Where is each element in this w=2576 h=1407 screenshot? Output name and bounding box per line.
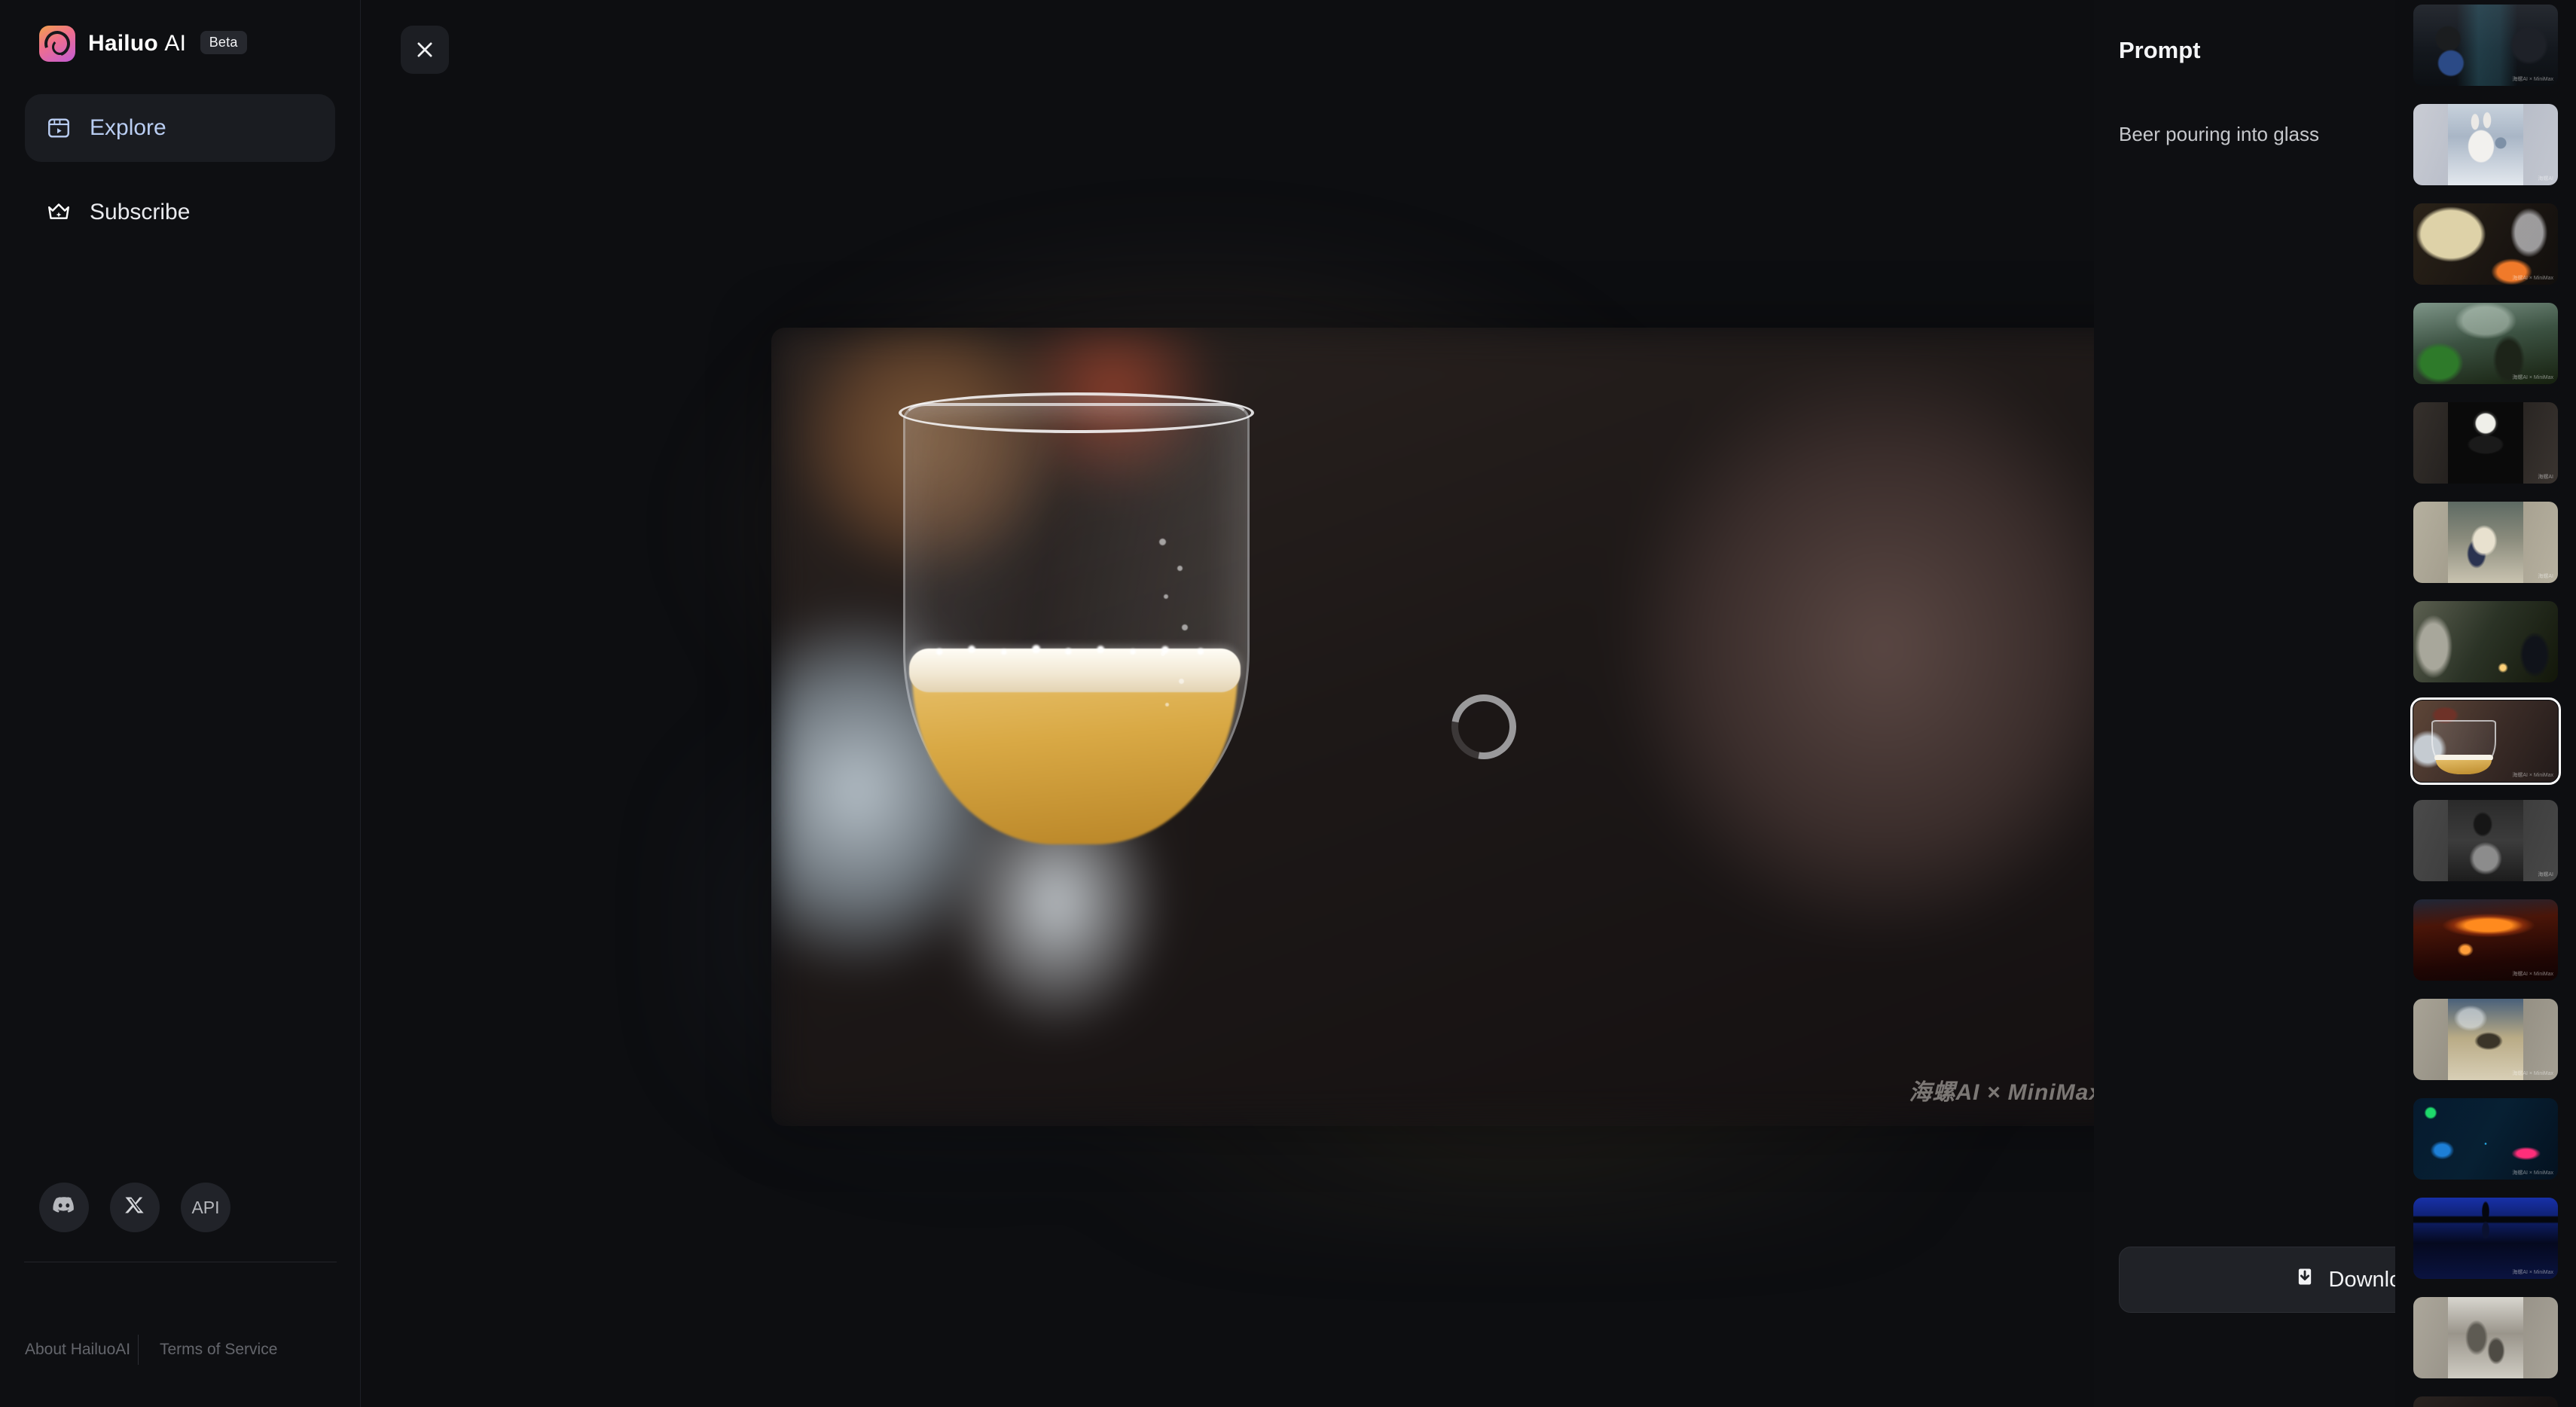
page-title: Prompt (2119, 36, 2201, 63)
social-links: API (39, 1183, 230, 1232)
thumb-train-window[interactable]: 海螺AI × MiniMax (2413, 5, 2558, 86)
explore-window-play-icon (45, 114, 72, 142)
thumb-watermark: 海螺AI × MiniMax (2512, 1270, 2553, 1275)
brand-suffix: AI (164, 31, 187, 56)
thumbnail-list: 海螺AI × MiniMax 海螺AI 海螺AI × MiniMax 海螺AI … (2395, 0, 2576, 1407)
about-link[interactable]: About HailuoAI (25, 1339, 138, 1360)
video-viewer: 海螺AI × MiniMax大模型 (361, 0, 2094, 1407)
discord-link[interactable] (39, 1183, 89, 1232)
thumb-dark-room[interactable] (2413, 1396, 2558, 1407)
thumb-bunny-rose[interactable]: 海螺AI (2413, 104, 2558, 185)
thumb-snow-canyon[interactable] (2413, 1297, 2558, 1378)
close-button[interactable] (401, 26, 449, 74)
thumb-watermark: 海螺AI × MiniMax (2512, 77, 2553, 82)
thumb-watermark: 海螺AI (2538, 475, 2553, 480)
thumb-watermark: 海螺AI (2538, 574, 2553, 579)
thumb-blue-night-figure[interactable]: 海螺AI × MiniMax (2413, 1198, 2558, 1279)
thumb-temple-smoke[interactable]: 海螺AI × MiniMax (2413, 999, 2558, 1080)
thumb-watermark: 海螺AI (2538, 872, 2553, 877)
snail-spiral-logo (39, 26, 75, 62)
footer-separator (138, 1335, 139, 1365)
thumb-watermark: 海螺AI (2538, 176, 2553, 182)
beta-badge: Beta (200, 31, 247, 54)
brand-name: Hailuo (88, 31, 158, 56)
thumb-lava-field[interactable]: 海螺AI × MiniMax (2413, 899, 2558, 981)
video-player[interactable]: 海螺AI × MiniMax大模型 (771, 328, 2094, 1126)
sidebar-footer: About HailuoAI Terms of Service (25, 1335, 277, 1365)
thumb-watermark: 海螺AI × MiniMax (2512, 1170, 2553, 1176)
thumb-beer-glass[interactable]: 海螺AI × MiniMax (2410, 697, 2561, 785)
thumb-hud-cockpit[interactable]: 海螺AI × MiniMax (2413, 1098, 2558, 1180)
thumbnail-rail[interactable]: 海螺AI × MiniMax 海螺AI 海螺AI × MiniMax 海螺AI … (2395, 0, 2576, 1407)
thumb-watermark: 海螺AI × MiniMax (2512, 1071, 2553, 1076)
brand-title: Hailuo AI Beta (88, 31, 247, 56)
thumb-dress-cauldron[interactable]: 海螺AI × MiniMax (2413, 203, 2558, 285)
video-watermark: 海螺AI × MiniMax大模型 (1909, 1080, 2094, 1105)
discord-icon (51, 1192, 77, 1222)
thumb-watermark: 海螺AI × MiniMax (2512, 276, 2553, 281)
api-link[interactable]: API (181, 1183, 230, 1232)
x-twitter-icon (124, 1195, 145, 1220)
thumb-watermark: 海螺AI × MiniMax (2512, 972, 2553, 977)
app-root: Hailuo AI Beta Explore Subscribe API Abo… (0, 0, 2576, 1407)
thumb-subway-angel[interactable]: 海螺AI (2413, 502, 2558, 583)
thumb-watermark: 海螺AI × MiniMax (2512, 773, 2553, 778)
thumb-watermark: 海螺AI × MiniMax (2512, 375, 2553, 380)
api-text-icon: API (191, 1197, 220, 1217)
x-twitter-link[interactable] (110, 1183, 160, 1232)
terms-link[interactable]: Terms of Service (160, 1339, 277, 1360)
thumb-moon-castle[interactable]: 海螺AI (2413, 402, 2558, 484)
sidebar-nav: Explore Subscribe (0, 94, 360, 246)
sidebar-item-explore[interactable]: Explore (25, 94, 335, 162)
thumb-jungle-woman[interactable]: 海螺AI × MiniMax (2413, 303, 2558, 384)
download-icon (2294, 1266, 2315, 1293)
thumb-forest-lantern[interactable] (2413, 601, 2558, 682)
sidebar-item-label: Explore (90, 115, 166, 140)
sidebar-item-label: Subscribe (90, 200, 191, 224)
glass-illustration (899, 392, 1254, 847)
brand[interactable]: Hailuo AI Beta (0, 0, 360, 62)
close-x-icon (414, 38, 436, 61)
thumb-horse-desk[interactable]: 海螺AI (2413, 800, 2558, 881)
sidebar-item-subscribe[interactable]: Subscribe (25, 179, 335, 246)
sidebar: Hailuo AI Beta Explore Subscribe API Abo… (0, 0, 361, 1407)
crown-icon (45, 199, 72, 226)
